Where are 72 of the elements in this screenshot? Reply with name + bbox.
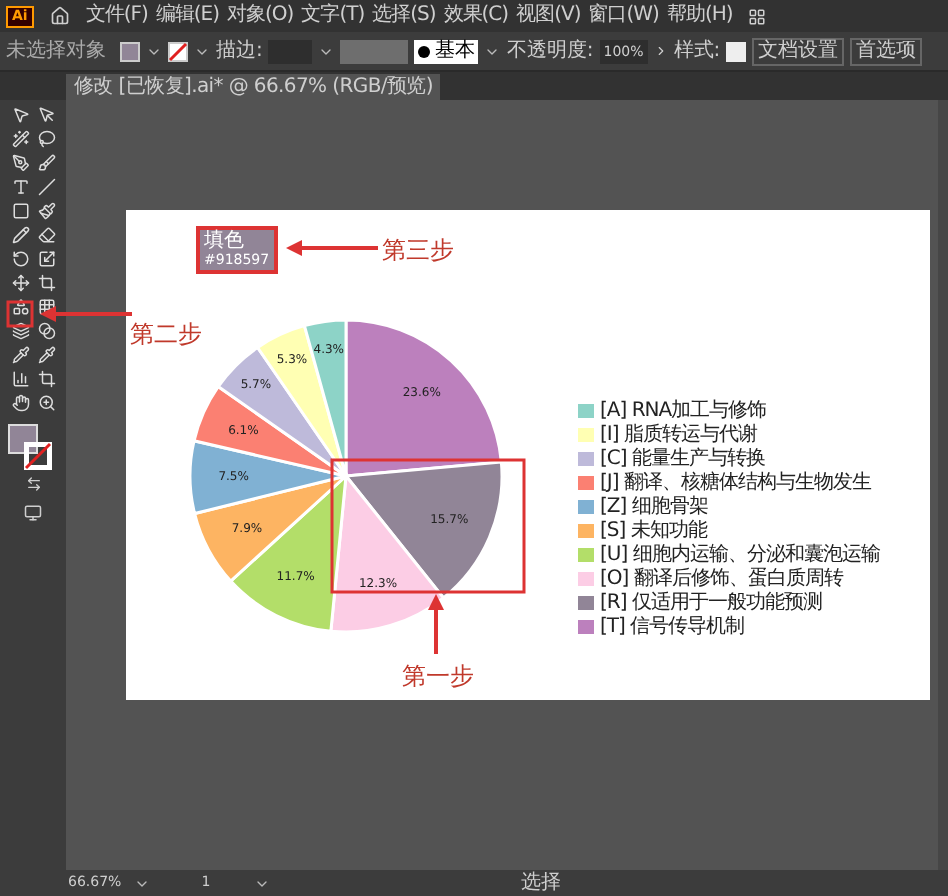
rotate-icon[interactable]: [11, 250, 29, 268]
step-label: 第二步: [130, 318, 202, 352]
stroke-color-swatch[interactable]: [23, 442, 51, 470]
legend-label: [A] RNA加工与修饰: [600, 400, 767, 422]
legend-label: [S] 未知功能: [600, 520, 707, 542]
menu-item[interactable]: 文字(T): [301, 4, 365, 28]
annotation-arrow: [286, 238, 378, 258]
legend-label: [T] 信号传导机制: [600, 616, 745, 638]
swap-icon[interactable]: [25, 476, 41, 492]
annotation-arrow: [40, 304, 132, 324]
menu-item[interactable]: 效果(C): [443, 4, 509, 28]
scrollbar[interactable]: [938, 100, 948, 870]
toolbar-button[interactable]: 首选项: [850, 37, 923, 65]
step-label: 第一步: [402, 660, 474, 694]
pen-icon[interactable]: [11, 154, 29, 172]
pencil-icon[interactable]: [11, 226, 29, 244]
stroke-label: 描边:: [216, 37, 263, 66]
legend-label: [R] 仅适用于一般功能预测: [600, 592, 822, 614]
paintbrush-icon[interactable]: [37, 202, 55, 220]
stroke-swatch[interactable]: [168, 41, 188, 61]
menu-item[interactable]: 选择(S): [372, 4, 436, 28]
toolbar-button[interactable]: 文档设置: [752, 37, 845, 65]
arrow-icon[interactable]: [37, 106, 55, 124]
menu-item[interactable]: 文件(F): [85, 4, 148, 28]
legend-label: [Z] 细胞骨架: [600, 496, 708, 518]
scale-icon[interactable]: [37, 250, 55, 268]
screen-mode-icon[interactable]: [24, 504, 42, 522]
workspace-icon[interactable]: [748, 7, 767, 25]
variable-width-field[interactable]: [340, 39, 409, 63]
legend-label: [I] 脂质转运与代谢: [600, 424, 757, 446]
document-tab[interactable]: 修改 [已恢复].ai* @ 66.67% (RGB/预览): [66, 74, 441, 100]
rectangle-icon[interactable]: [11, 202, 29, 220]
line-icon[interactable]: [37, 178, 55, 196]
move-icon[interactable]: [11, 274, 29, 292]
eyedropper-icon[interactable]: [11, 346, 29, 364]
brush-dropdown[interactable]: 基本: [414, 39, 479, 63]
tooltip-label: 填色: [204, 230, 246, 252]
type-icon[interactable]: [11, 178, 29, 196]
style-swatch[interactable]: [726, 41, 747, 61]
brush-icon[interactable]: [37, 154, 55, 172]
legend-label: [J] 翻译、核糖体结构与生物发生: [600, 472, 871, 494]
artboard-icon[interactable]: [37, 370, 55, 388]
chevron-icon[interactable]: [653, 44, 668, 58]
legend-label: [C] 能量生产与转换: [600, 448, 765, 470]
lasso-icon[interactable]: [37, 130, 55, 148]
fill-swatch[interactable]: [120, 41, 140, 61]
shapes-icon[interactable]: [11, 298, 29, 316]
menu-item[interactable]: 窗口(W): [588, 4, 659, 28]
crop-icon[interactable]: [37, 274, 55, 292]
status-mode: 选择: [521, 871, 562, 895]
menu-item[interactable]: 帮助(H): [666, 4, 733, 28]
blend-icon[interactable]: [37, 322, 55, 340]
highlight-frame: [6, 300, 34, 328]
eraser-icon[interactable]: [37, 226, 55, 244]
wand-icon[interactable]: [11, 130, 29, 148]
menu-item[interactable]: 视图(V): [516, 4, 581, 28]
zoom-icon[interactable]: [37, 394, 55, 412]
bar-chart-icon[interactable]: [11, 370, 29, 388]
step-label: 第三步: [382, 234, 454, 268]
style-label: 样式:: [673, 37, 721, 66]
legend-label: [U] 细胞内运输、分泌和囊泡运输: [600, 544, 880, 566]
menu-item[interactable]: 对象(O): [227, 4, 294, 28]
annotation-arrow: [426, 594, 446, 654]
hand-icon[interactable]: [11, 394, 29, 412]
opacity-label: 不透明度:: [506, 37, 594, 66]
layers-icon[interactable]: [11, 322, 29, 340]
legend-label: [O] 翻译后修饰、蛋白质周转: [600, 568, 843, 590]
menu-item[interactable]: 编辑(E): [155, 4, 220, 28]
home-icon[interactable]: [49, 6, 70, 26]
selection-label: 未选择对象: [6, 37, 106, 66]
pointer-icon[interactable]: [11, 106, 29, 124]
pipette-icon[interactable]: [37, 346, 55, 364]
